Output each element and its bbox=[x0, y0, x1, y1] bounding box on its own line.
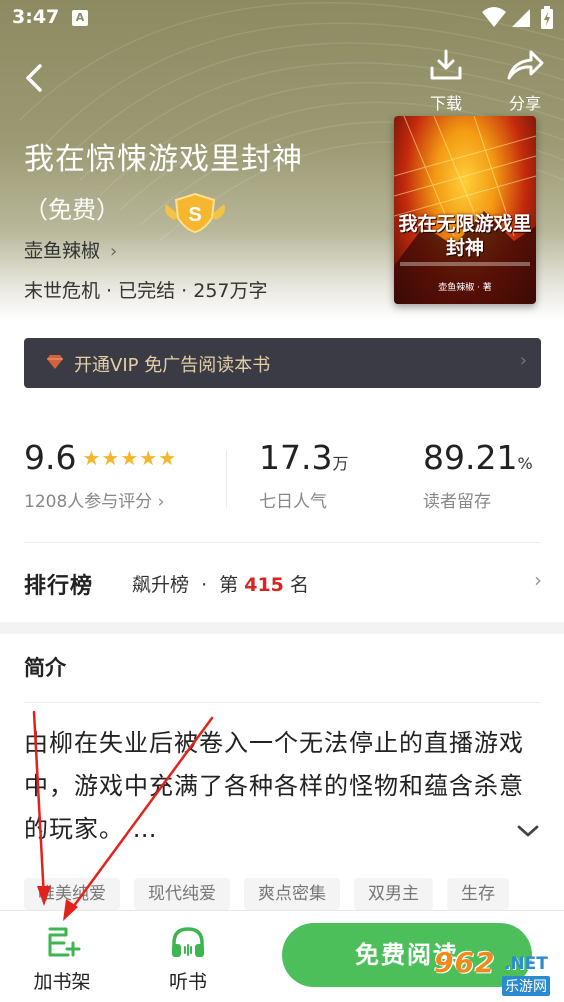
chevron-right-icon: › bbox=[534, 568, 542, 592]
chevron-right-icon: › bbox=[110, 241, 118, 262]
retention-stat: 89.21% 读者留存 bbox=[423, 438, 533, 512]
watermark-net: .NET bbox=[504, 954, 548, 974]
book-title: 我在惊悚游戏里封神 bbox=[24, 142, 303, 177]
author-name: 壶鱼辣椒 bbox=[24, 240, 101, 262]
vip-badge-letter: S bbox=[188, 204, 201, 226]
retention-label: 读者留存 bbox=[423, 492, 491, 512]
notification-icon: A bbox=[72, 10, 88, 26]
book-cover[interactable]: 我在无限游戏里 封神 壶鱼辣椒 · 著 bbox=[394, 116, 536, 304]
add-shelf-icon bbox=[48, 927, 81, 957]
section-gap bbox=[0, 622, 564, 634]
rating-stat[interactable]: 9.6 ★★★★★ 1208人参与评分 › bbox=[24, 438, 177, 512]
book-stats: 9.6 ★★★★★ 1208人参与评分 › 17.3万 七日人气 89.21% 读… bbox=[0, 438, 564, 518]
intro-heading: 简介 bbox=[24, 656, 66, 680]
tag-chip[interactable]: 现代纯爱 bbox=[134, 878, 230, 910]
battery-icon bbox=[541, 6, 553, 29]
retention-value: 89.21 bbox=[423, 438, 518, 477]
book-meta: 末世危机 · 已完结 · 257万字 bbox=[24, 280, 268, 302]
chevron-right-icon: › bbox=[519, 350, 527, 371]
tag-list: 唯美纯爱 现代纯爱 爽点密集 双男主 生存 bbox=[24, 878, 564, 910]
download-label: 下载 bbox=[429, 94, 462, 113]
add-to-shelf-label: 加书架 bbox=[33, 971, 91, 993]
share-button[interactable]: 分享 bbox=[495, 48, 555, 114]
site-watermark: 962 .NET 乐游网 bbox=[424, 944, 560, 998]
watermark-number: 962 bbox=[434, 946, 496, 979]
download-icon bbox=[430, 49, 462, 80]
vip-promo-bar[interactable]: 开通VIP 免广告阅读本书 › bbox=[24, 338, 541, 388]
tag-chip[interactable]: 唯美纯爱 bbox=[24, 878, 120, 910]
intro-text: 由柳在失业后被卷入一个无法停止的直播游戏中，游戏中充满了各种各样的怪物和蕴含杀意… bbox=[24, 729, 524, 843]
signal-icon bbox=[512, 9, 530, 27]
rating-count-link[interactable]: 1208人参与评分 › bbox=[24, 487, 177, 512]
share-label: 分享 bbox=[508, 94, 541, 113]
ranking-detail: 飙升榜 · 第 415 名 bbox=[132, 570, 309, 597]
add-to-shelf-button[interactable]: 加书架 bbox=[22, 925, 102, 994]
cover-title: 我在无限游戏里 封神 bbox=[394, 212, 536, 260]
vip-promo-text: 开通VIP 免广告阅读本书 bbox=[74, 355, 271, 376]
ranking-row[interactable]: 排行榜 飙升榜 · 第 415 名 › bbox=[0, 552, 564, 612]
popularity-unit: 万 bbox=[332, 454, 349, 473]
divider bbox=[24, 542, 540, 543]
ranking-title: 排行榜 bbox=[24, 568, 93, 600]
vip-s-badge-icon: S bbox=[165, 192, 225, 234]
tag-chip[interactable]: 生存 bbox=[447, 878, 509, 910]
diamond-icon bbox=[47, 355, 63, 369]
rating-stars: ★★★★★ bbox=[82, 446, 178, 470]
cover-art bbox=[394, 116, 536, 304]
author-link[interactable]: 壶鱼辣椒 › bbox=[24, 236, 117, 263]
wifi-icon bbox=[482, 7, 506, 27]
chevron-down-icon[interactable] bbox=[515, 822, 541, 840]
download-button[interactable]: 下载 bbox=[416, 48, 476, 114]
ranking-title-b: 行榜 bbox=[47, 574, 94, 599]
ranking-sep: · bbox=[201, 574, 208, 596]
popularity-label: 七日人气 bbox=[259, 492, 327, 512]
retention-unit: % bbox=[517, 454, 533, 473]
ranking-title-a: 排 bbox=[24, 574, 48, 599]
tag-chip[interactable]: 爽点密集 bbox=[244, 878, 340, 910]
listen-button[interactable]: 听书 bbox=[148, 925, 228, 994]
ranking-list-name: 飙升榜 bbox=[132, 574, 190, 596]
back-arrow-icon bbox=[26, 64, 42, 92]
ranking-number: 415 bbox=[244, 574, 284, 596]
cover-author: 壶鱼辣椒 · 著 bbox=[438, 283, 492, 293]
back-button[interactable] bbox=[18, 58, 54, 98]
ranking-prefix: 第 bbox=[219, 574, 239, 596]
popularity-value: 17.3 bbox=[259, 438, 333, 477]
cover-title-line2: 封神 bbox=[445, 237, 484, 259]
tag-chip[interactable]: 双男主 bbox=[354, 878, 433, 910]
share-icon bbox=[507, 50, 544, 80]
stat-divider bbox=[226, 450, 227, 508]
book-subtitle: （免费） bbox=[24, 196, 120, 224]
listen-label: 听书 bbox=[168, 971, 207, 993]
divider bbox=[24, 702, 540, 703]
status-time: 3:47 bbox=[12, 6, 60, 28]
cover-title-line1: 我在无限游戏里 bbox=[398, 213, 532, 235]
watermark-cn: 乐游网 bbox=[502, 976, 550, 996]
ranking-suffix: 名 bbox=[289, 574, 309, 596]
cover-tagline bbox=[400, 262, 530, 266]
popularity-stat: 17.3万 七日人气 bbox=[259, 438, 349, 512]
headphones-icon bbox=[172, 927, 204, 957]
status-bar: 3:47 A bbox=[0, 0, 564, 36]
rating-value: 9.6 bbox=[24, 438, 77, 477]
